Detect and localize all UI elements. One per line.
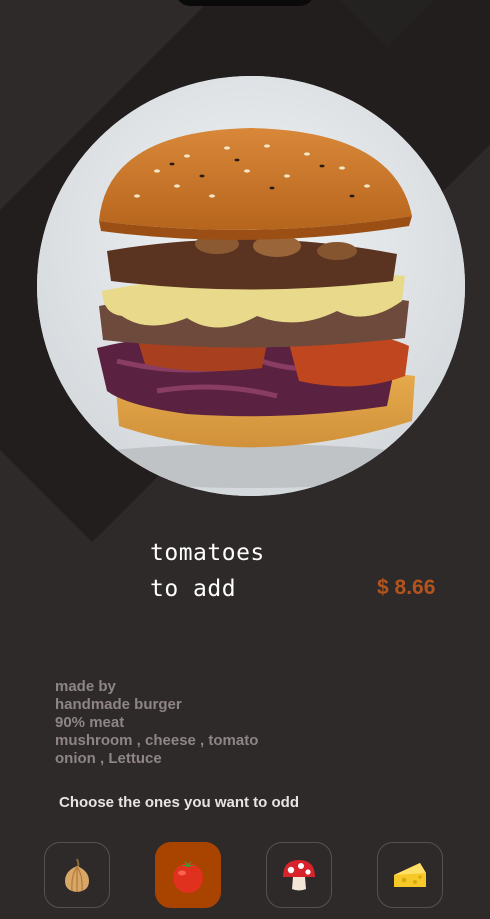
product-price: $ 8.66 <box>377 576 436 599</box>
cheese-icon <box>394 863 426 887</box>
product-title: tomatoes to add <box>150 535 265 607</box>
option-cheese-button[interactable] <box>377 842 443 908</box>
device-notch <box>176 0 314 6</box>
onion-icon <box>65 858 89 892</box>
tomato-icon <box>173 860 203 893</box>
product-title-line-1: tomatoes <box>150 540 265 566</box>
option-tomato-button[interactable] <box>155 842 221 908</box>
description-line: 90% meat <box>55 714 125 731</box>
product-description: made by handmade burger 90% meat mushroo… <box>55 678 258 768</box>
ingredient-options <box>44 842 446 910</box>
option-onion-button[interactable] <box>44 842 110 908</box>
description-line: handmade burger <box>55 696 182 713</box>
mushroom-icon <box>283 860 315 891</box>
product-title-line-2: to add <box>150 576 237 602</box>
option-mushroom-button[interactable] <box>266 842 332 908</box>
ingredients-prompt: Choose the ones you want to odd <box>59 794 299 811</box>
burger-image <box>37 76 465 496</box>
description-line: mushroom , cheese , tomato <box>55 732 259 749</box>
description-line: made by <box>55 678 116 695</box>
description-line: onion , Lettuce <box>55 750 162 767</box>
